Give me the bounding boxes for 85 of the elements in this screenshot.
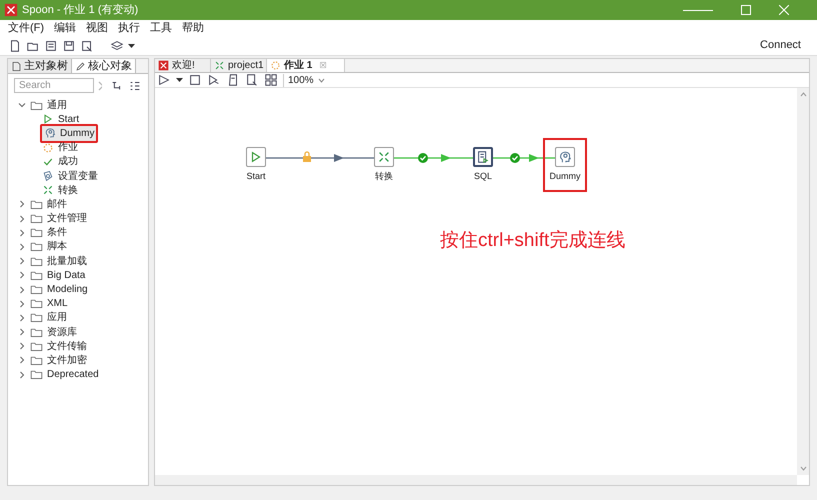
job-node[interactable]: Dummy	[543, 138, 587, 192]
tree-item[interactable]: Dummy	[40, 124, 98, 143]
new-file-icon[interactable]	[8, 38, 22, 52]
arrows-icon	[214, 60, 225, 71]
folder-icon	[30, 212, 43, 226]
tree-item[interactable]: 成功	[40, 154, 80, 170]
list-icon[interactable]	[44, 38, 58, 52]
editor-tab[interactable]: project1	[211, 59, 267, 72]
script-icon	[476, 150, 490, 164]
window-title: Spoon - 作业 1 (有变动)	[22, 2, 138, 18]
folder-icon	[30, 368, 43, 382]
folder-icon	[30, 226, 43, 240]
close-icon[interactable]	[779, 5, 789, 15]
tree-folder[interactable]: 文件加密	[18, 353, 138, 368]
annotation-text: 按住ctrl+shift完成连线	[440, 229, 626, 253]
panel-tab[interactable]: 核心对象	[72, 59, 136, 73]
folder-icon	[30, 240, 43, 254]
hop-arrow[interactable]	[394, 152, 473, 164]
tree-folder[interactable]: XML	[18, 296, 138, 311]
job-node[interactable]: SQL	[461, 138, 505, 192]
script-icon[interactable]	[226, 73, 240, 87]
menu-item[interactable]: 执行	[118, 20, 140, 36]
check-icon	[42, 156, 54, 168]
check-circle-icon	[418, 153, 428, 163]
job-node[interactable]: 转换	[362, 138, 406, 192]
editor-tab[interactable]: 欢迎!	[155, 59, 211, 72]
tree-folder[interactable]: 文件管理	[18, 212, 138, 226]
tree-folder[interactable]: 通用	[18, 98, 138, 112]
stop-icon[interactable]	[188, 73, 202, 87]
tree-folder[interactable]: 资源库	[18, 325, 138, 340]
panel-tab[interactable]: 主对象树	[8, 59, 72, 73]
tree-folder[interactable]: 批量加载	[18, 254, 138, 268]
head-icon	[558, 150, 572, 164]
dotted-circle-icon	[270, 60, 281, 71]
tree-folder[interactable]: 邮件	[18, 197, 138, 212]
layers-icon[interactable]	[110, 38, 124, 52]
tree-folder[interactable]: 文件传输	[18, 339, 138, 354]
folder-icon	[30, 283, 43, 296]
grid-icon[interactable]	[264, 73, 278, 87]
tree-item[interactable]: 转换	[40, 182, 80, 198]
preview-icon[interactable]	[207, 73, 221, 87]
tree-folder[interactable]: 条件	[18, 226, 138, 240]
check-circle-icon	[510, 153, 520, 163]
lock-icon	[302, 151, 312, 163]
play-icon	[42, 113, 54, 126]
tree-item[interactable]: 设置变量	[40, 168, 100, 184]
horizontal-scrollbar[interactable]	[155, 475, 797, 485]
search-field[interactable]: Search	[14, 78, 94, 93]
check-document-icon[interactable]	[245, 73, 259, 87]
hop-arrow[interactable]	[493, 152, 555, 164]
caret-icon[interactable]	[176, 78, 183, 82]
folder-icon	[30, 297, 43, 310]
tree-folder[interactable]: 应用	[18, 310, 138, 325]
menu-item[interactable]: 视图	[86, 20, 108, 36]
document-icon	[11, 60, 22, 72]
play-icon	[249, 150, 263, 164]
gear-icon	[42, 170, 54, 182]
menu-item[interactable]: 帮助	[182, 20, 204, 36]
job-node[interactable]: Start	[234, 138, 278, 192]
save-icon[interactable]	[62, 38, 76, 52]
dotted-circle-icon	[42, 142, 54, 154]
tree-item[interactable]: 作业	[40, 140, 80, 156]
menu-item[interactable]: 工具	[150, 20, 172, 36]
maximize-icon[interactable]	[741, 5, 751, 15]
pencil-icon	[75, 60, 86, 72]
menu-item[interactable]: 文件(F)	[8, 20, 44, 36]
head-icon	[44, 127, 56, 140]
folder-icon	[30, 311, 43, 324]
chevron-down-icon[interactable]	[18, 101, 26, 110]
zoom-dropdown[interactable]: 100%	[283, 74, 329, 86]
hop-arrow[interactable]	[266, 152, 374, 164]
chevron-down-icon[interactable]	[318, 78, 325, 82]
tree-folder[interactable]: 脚本	[18, 240, 138, 254]
tree-folder[interactable]: Modeling	[18, 282, 138, 297]
app-logo-icon	[4, 3, 18, 17]
caret-icon[interactable]	[128, 44, 135, 48]
menu-item[interactable]: 编辑	[54, 20, 76, 36]
connect-button[interactable]: Connect	[752, 37, 809, 54]
tree-folder[interactable]: Big Data	[18, 268, 138, 282]
tree-folder[interactable]: Deprecated	[18, 368, 138, 382]
editor-tab[interactable]: 作业 1 ☒	[267, 59, 345, 72]
arrows-icon	[377, 150, 391, 164]
run-icon[interactable]	[157, 73, 171, 87]
save-as-icon[interactable]	[80, 38, 94, 52]
arrows-icon	[42, 184, 54, 196]
